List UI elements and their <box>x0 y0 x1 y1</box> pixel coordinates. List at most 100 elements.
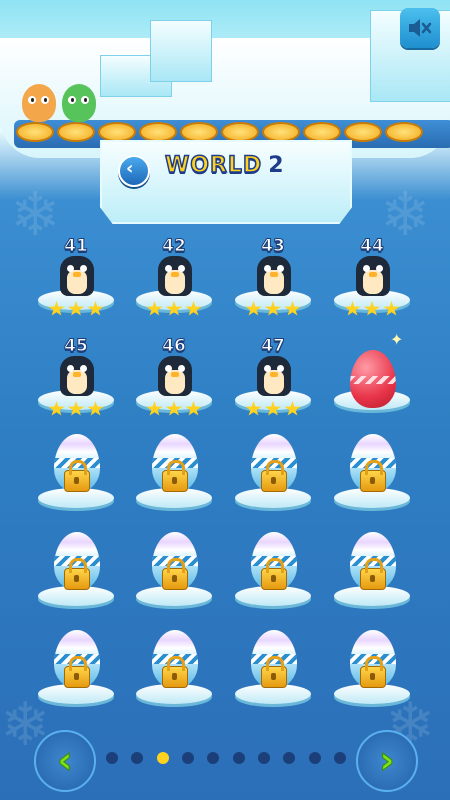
level-tile <box>134 524 214 616</box>
ice-scene: ‹ WORLD 2 <box>0 0 450 225</box>
speaker-muted-icon <box>409 19 432 37</box>
level-tile[interactable]: ✦ <box>332 328 412 420</box>
penguin-icon <box>158 256 192 296</box>
coin-icon <box>344 122 382 142</box>
penguin-icon <box>257 356 291 396</box>
padlock-icon <box>360 656 386 688</box>
page-dot[interactable] <box>131 752 144 764</box>
star-icon <box>67 301 85 316</box>
level-tile <box>36 622 116 714</box>
level-number: 43 <box>261 236 286 257</box>
level-number: 45 <box>64 336 89 357</box>
star-rating <box>245 401 301 417</box>
page-dot[interactable] <box>232 752 245 764</box>
page-dot[interactable] <box>106 752 118 764</box>
level-tile <box>36 524 116 616</box>
star-icon <box>67 401 85 416</box>
level-tile <box>233 524 313 616</box>
star-icon <box>185 301 202 316</box>
coin-icon <box>57 122 95 142</box>
padlock-icon <box>360 460 386 492</box>
page-dot[interactable] <box>257 752 270 764</box>
level-tile <box>233 622 313 714</box>
level-tile[interactable]: 46 <box>134 328 214 420</box>
padlock-icon <box>261 656 287 688</box>
sparkle-icon: ✦ <box>390 330 404 349</box>
level-tile <box>134 426 214 518</box>
coin-icon <box>139 122 177 142</box>
star-icon <box>344 301 361 316</box>
level-tile <box>332 524 412 616</box>
padlock-icon <box>261 460 287 492</box>
star-icon <box>245 401 262 416</box>
padlock-icon <box>360 558 386 590</box>
page-dot[interactable] <box>283 752 296 764</box>
padlock-icon <box>162 558 188 590</box>
mute-button[interactable] <box>400 8 440 48</box>
level-tile <box>36 426 116 518</box>
star-icon <box>284 401 301 416</box>
star-icon <box>165 301 183 316</box>
padlock-icon <box>64 460 90 492</box>
star-icon <box>87 301 104 316</box>
penguin-icon <box>257 256 291 296</box>
star-icon <box>165 401 183 416</box>
padlock-icon <box>261 558 287 590</box>
chevron-left-icon: ‹ <box>126 158 134 179</box>
coin-icon <box>180 122 218 142</box>
ice-block <box>150 20 212 82</box>
level-tile[interactable]: 42 <box>134 228 214 320</box>
level-number: 46 <box>162 336 187 357</box>
star-icon <box>146 401 163 416</box>
star-rating <box>48 401 104 417</box>
level-number: 41 <box>64 236 89 257</box>
coin-icon <box>262 122 300 142</box>
level-tile <box>233 426 313 518</box>
page-dot[interactable] <box>308 752 321 764</box>
level-tile[interactable]: 41 <box>36 228 116 320</box>
level-tile[interactable]: 43 <box>233 228 313 320</box>
star-icon <box>87 401 104 416</box>
star-icon <box>245 301 262 316</box>
star-icon <box>48 401 65 416</box>
level-number: 42 <box>162 236 187 257</box>
level-tile <box>332 622 412 714</box>
level-tile <box>134 622 214 714</box>
star-icon <box>48 301 65 316</box>
page-dot[interactable] <box>156 752 169 764</box>
page-indicator <box>106 752 346 764</box>
star-rating <box>245 301 301 317</box>
coin-icon <box>221 122 259 142</box>
star-rating <box>146 401 202 417</box>
penguin-icon <box>158 356 192 396</box>
world-title: WORLD 2 <box>164 152 285 179</box>
dog-character <box>22 84 56 122</box>
coin-icon <box>303 122 341 142</box>
world-label: WORLD <box>164 152 263 179</box>
next-page-button[interactable]: › <box>356 730 418 792</box>
page-dot[interactable] <box>333 752 346 764</box>
world-number: 2 <box>268 153 285 178</box>
coin-icon <box>98 122 136 142</box>
chevron-right-icon: › <box>379 738 396 783</box>
page-dot[interactable] <box>181 752 194 764</box>
star-icon <box>284 301 301 316</box>
frog-character <box>62 84 96 122</box>
level-tile[interactable]: 45 <box>36 328 116 420</box>
previous-page-button[interactable]: ‹ <box>34 730 96 792</box>
penguin-icon <box>60 256 94 296</box>
back-button[interactable]: ‹ <box>118 155 150 187</box>
star-icon <box>264 301 282 316</box>
padlock-icon <box>162 460 188 492</box>
coin-icon <box>16 122 54 142</box>
padlock-icon <box>64 656 90 688</box>
red-egg-icon <box>350 350 396 408</box>
padlock-icon <box>162 656 188 688</box>
level-tile[interactable]: 47 <box>233 328 313 420</box>
star-rating <box>146 301 202 317</box>
level-number: 47 <box>261 336 286 357</box>
page-dot[interactable] <box>207 752 220 764</box>
level-tile[interactable]: 44 <box>332 228 412 320</box>
level-tile <box>332 426 412 518</box>
level-select-screen: ❄ ❄ ❄ ❄ ‹ WORLD2 41424344454647✦ <box>0 0 450 800</box>
